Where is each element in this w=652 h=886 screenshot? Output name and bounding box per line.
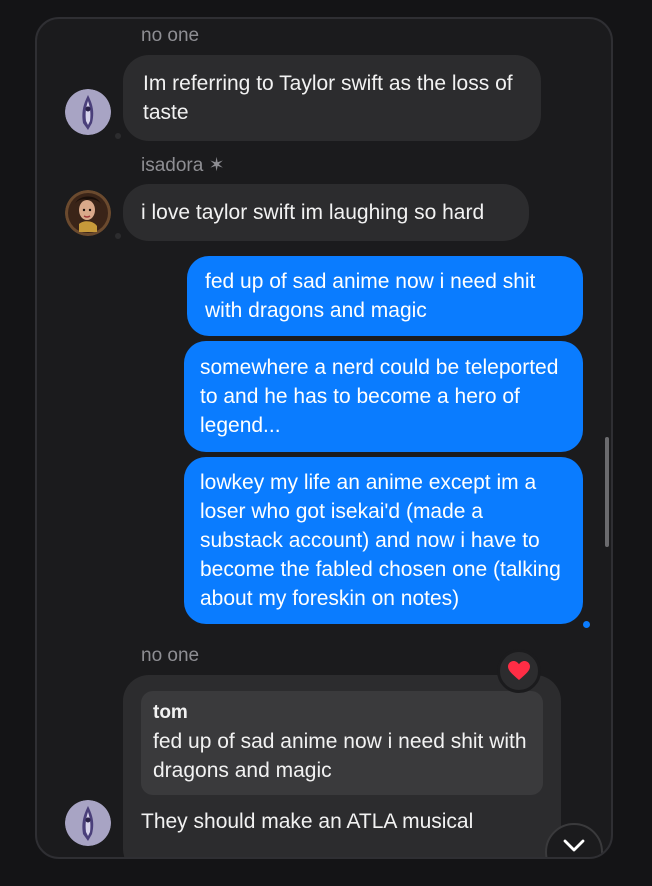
chat-thread: no one Im referring to Taylor swift as t…	[35, 17, 613, 859]
heart-reaction[interactable]	[497, 649, 541, 693]
bubble-tail	[583, 621, 590, 628]
reply-author: tom	[153, 702, 188, 723]
avatar[interactable]	[65, 190, 111, 236]
sender-name: no one	[141, 25, 200, 46]
avatar[interactable]	[65, 89, 111, 135]
avatar[interactable]	[65, 800, 111, 846]
bubble-tail	[115, 233, 121, 239]
message-text: They should make an ATLA musical	[141, 810, 474, 833]
outgoing-message[interactable]: lowkey my life an anime except im a lose…	[184, 457, 583, 624]
incoming-reply-message[interactable]: tom fed up of sad anime now i need shit …	[123, 675, 561, 857]
sender-name: isadora ✶	[141, 155, 225, 176]
sender-name: no one	[141, 645, 200, 666]
chevron-down-icon	[563, 839, 585, 852]
reply-quoted-text: fed up of sad anime now i need shit with…	[153, 730, 527, 782]
outgoing-message[interactable]: somewhere a nerd could be teleported to …	[184, 341, 583, 452]
bubble-tail	[115, 133, 121, 139]
heart-icon	[508, 661, 530, 680]
incoming-message[interactable]: Im referring to Taylor swift as the loss…	[123, 55, 541, 141]
scrollbar[interactable]	[605, 437, 609, 547]
incoming-message[interactable]: i love taylor swift im laughing so hard	[123, 184, 529, 241]
reply-quote[interactable]: tom fed up of sad anime now i need shit …	[141, 691, 543, 795]
outgoing-message[interactable]: fed up of sad anime now i need shit with…	[187, 256, 583, 336]
